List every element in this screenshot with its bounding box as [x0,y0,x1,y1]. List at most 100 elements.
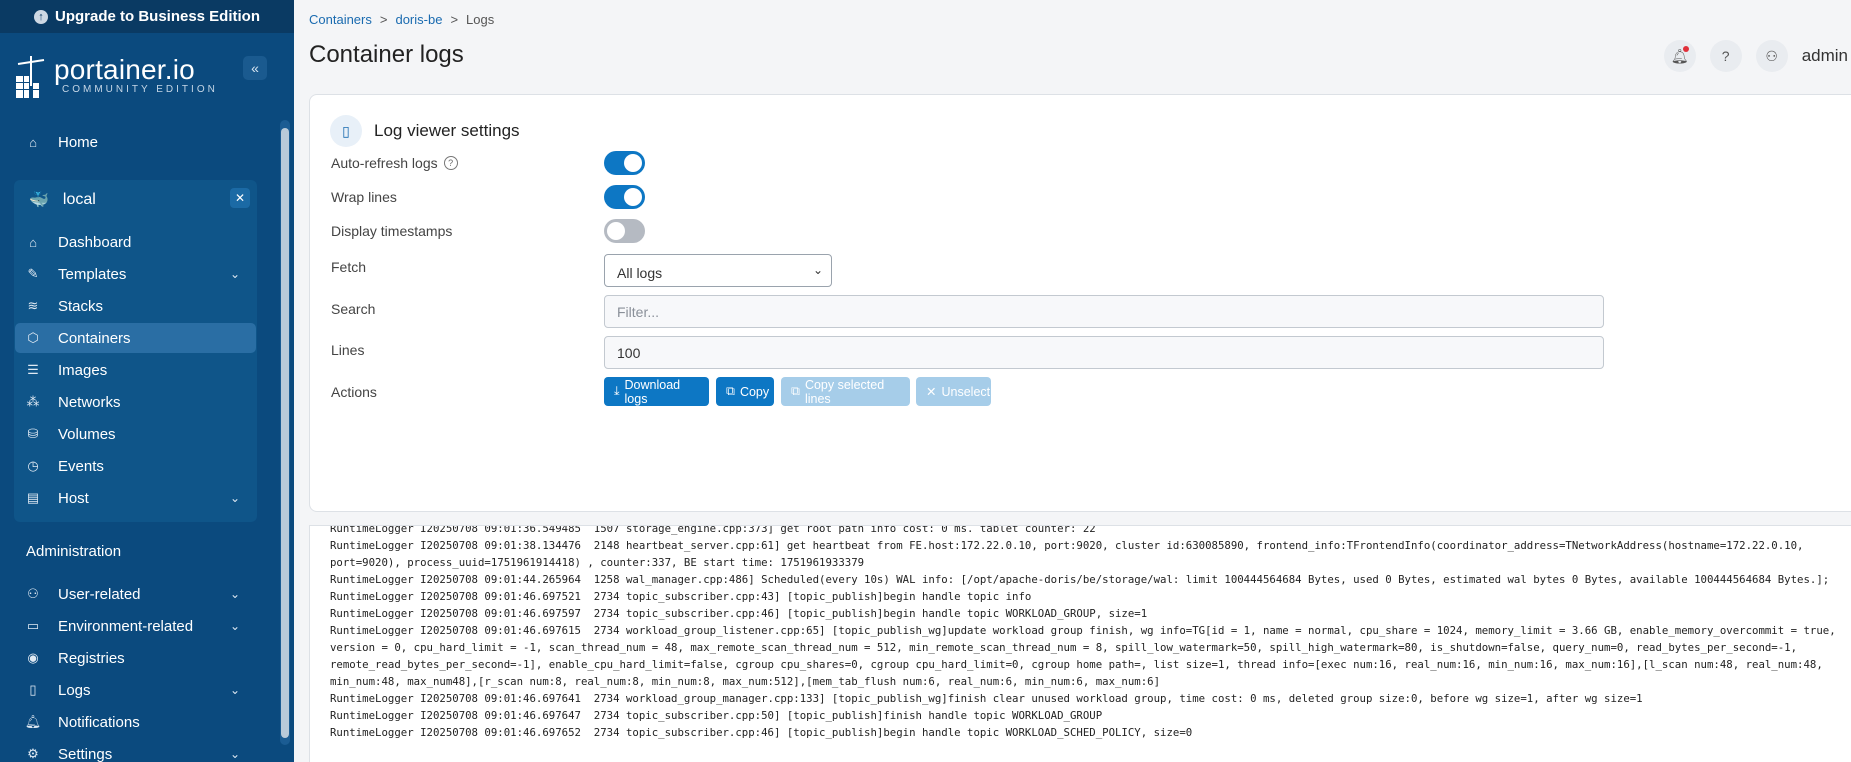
chevron-down-icon: ⌄ [229,491,240,505]
log-line[interactable]: RuntimeLogger I20250708 09:01:44.265964 … [310,571,1850,588]
collapse-sidebar-button[interactable]: « [243,56,267,80]
label-text: Auto-refresh logs [331,155,438,171]
sidebar-item-events[interactable]: ◷ Events [15,451,256,481]
log-line[interactable]: RuntimeLogger I20250708 09:01:46.697615 … [310,622,1850,690]
log-line[interactable]: RuntimeLogger I20250708 09:01:38.134476 … [310,537,1850,571]
help-button[interactable]: ? [1709,40,1742,72]
copy-button[interactable]: ⧉ Copy [716,377,774,406]
log-line[interactable]: RuntimeLogger I20250708 09:01:46.697647 … [310,707,1850,724]
page-title: Container logs [309,41,464,68]
sidebar-item-images[interactable]: ☰ Images [15,355,256,385]
chevron-down-icon: ⌄ [229,683,240,697]
sidebar-scrollbar-thumb[interactable] [281,128,289,738]
main-content: Containers > doris-be > Logs Container l… [294,0,1851,762]
administration-title: Administration [26,543,122,560]
sidebar-item-label: Host [58,489,89,507]
networks-icon: ⁂ [26,394,40,409]
environment-icon: ▭ [26,618,40,633]
user-avatar[interactable]: ⚇ [1755,40,1788,72]
display-timestamps-toggle[interactable] [604,219,645,243]
docker-icon: 🐳 [29,192,49,209]
log-line[interactable]: RuntimeLogger I20250708 09:01:46.697641 … [310,690,1850,707]
button-label: Copy selected lines [804,377,885,406]
sidebar-item-user-related[interactable]: ⚇ User-related ⌄ [15,579,256,609]
chevron-down-icon: ⌄ [229,747,240,761]
logo-edition: COMMUNITY EDITION [62,84,218,95]
sidebar-item-environment-related[interactable]: ▭ Environment-related ⌄ [15,611,256,641]
sidebar-item-logs[interactable]: ▯ Logs ⌄ [15,675,256,705]
auto-refresh-toggle[interactable] [604,151,645,175]
sidebar-item-home[interactable]: ⌂ Home [15,127,256,157]
sidebar-item-volumes[interactable]: ⛁ Volumes [15,419,256,449]
environment-name: local [62,191,96,208]
unselect-button[interactable]: ✕ Unselect [916,377,991,406]
sidebar-item-registries[interactable]: ◉ Registries [15,643,256,673]
log-output[interactable]: RuntimeLogger I20250708 09:01:36.549485 … [309,525,1851,762]
sidebar-item-label: Networks [58,393,121,411]
sidebar-item-containers[interactable]: ⬡ Containers [15,323,256,353]
copy-icon: ⧉ [791,384,800,398]
sidebar: ↑ Upgrade to Business Edition portainer.… [0,0,294,762]
document-icon: ▯ [330,115,362,147]
panel-title: Log viewer settings [374,121,520,140]
logo-icon [16,56,45,98]
breadcrumb-current: Logs [466,12,495,27]
sidebar-item-label: User-related [58,585,141,603]
containers-icon: ⬡ [27,330,39,345]
wrap-lines-toggle[interactable] [604,185,645,209]
copy-selected-lines-button[interactable]: ⧉ Copy selected lines [781,377,910,406]
sidebar-item-label: Containers [58,329,131,347]
sidebar-item-host[interactable]: ▤ Host ⌄ [15,483,256,513]
actions-label: Actions [331,384,377,400]
log-line[interactable]: RuntimeLogger I20250708 09:01:46.697597 … [310,605,1850,622]
templates-icon: ✎ [27,266,39,281]
sidebar-item-networks[interactable]: ⁂ Networks [15,387,256,417]
help-icon: ? [1721,48,1730,64]
help-icon[interactable]: ? [443,156,458,170]
sidebar-item-stacks[interactable]: ≋ Stacks [15,291,256,321]
breadcrumb: Containers > doris-be > Logs [309,12,494,27]
log-viewer-settings-panel: ▯ Log viewer settings Auto-refresh logs … [309,94,1851,512]
download-logs-button[interactable]: ⤓ Download logs [604,377,709,406]
upgrade-banner[interactable]: ↑ Upgrade to Business Edition [0,0,294,33]
close-environment-button[interactable]: ✕ [230,188,250,208]
sidebar-item-label: Home [58,133,99,151]
log-line[interactable]: RuntimeLogger I20250708 09:01:36.549485 … [310,526,1850,537]
toggle-knob [624,188,642,206]
chevron-down-icon: ⌄ [812,263,823,277]
header-actions: 🔔︎ ? ⚇ admin [1663,40,1851,72]
upgrade-label: Upgrade to Business Edition [54,8,261,25]
notifications-button[interactable]: 🔔︎ [1663,40,1696,72]
sidebar-item-settings[interactable]: ⚙ Settings ⌄ [15,739,256,762]
sidebar-item-label: Environment-related [58,617,194,635]
users-icon: ⚇ [27,586,39,601]
volumes-icon: ⛁ [27,426,39,441]
search-label: Search [331,301,376,317]
sidebar-item-templates[interactable]: ✎ Templates ⌄ [15,259,256,289]
sidebar-item-label: Images [58,361,108,379]
stacks-icon: ≋ [27,298,39,313]
search-input[interactable]: Filter... [604,295,1604,328]
host-icon: ▤ [26,490,40,505]
username[interactable]: admin [1802,46,1848,66]
environment-header[interactable]: 🐳 local [14,183,257,217]
breadcrumb-container-name[interactable]: doris-be [395,12,442,27]
notification-dot [1682,46,1689,52]
panel-header: ▯ Log viewer settings [330,115,520,147]
fetch-select[interactable]: All logs ⌄ [604,254,832,287]
sidebar-item-label: Stacks [58,297,104,315]
log-line[interactable]: RuntimeLogger I20250708 09:01:46.697652 … [310,724,1850,741]
breadcrumb-separator: > [379,12,388,27]
registries-icon: ◉ [27,650,39,665]
button-label: Copy [739,384,770,399]
breadcrumb-containers[interactable]: Containers [309,12,372,27]
bell-icon: 🔔︎ [24,714,42,729]
sidebar-item-label: Logs [58,681,91,699]
sidebar-item-notifications[interactable]: 🔔︎ Notifications [15,707,256,737]
chevron-down-icon: ⌄ [229,587,240,601]
logo-text: portainer.io [54,54,195,85]
lines-input[interactable]: 100 [604,336,1604,369]
log-line[interactable]: RuntimeLogger I20250708 09:01:46.697521 … [310,588,1850,605]
gear-icon: ⚙ [27,746,39,761]
sidebar-item-dashboard[interactable]: ⌂ Dashboard [15,227,256,257]
